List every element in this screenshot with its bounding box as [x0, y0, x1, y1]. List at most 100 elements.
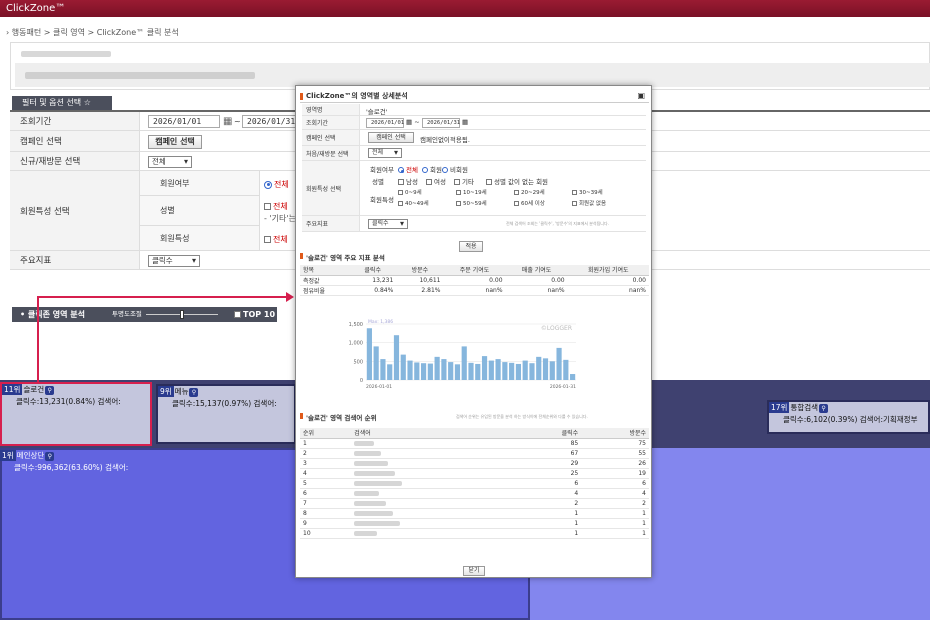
radio-icon[interactable]	[422, 167, 428, 173]
app-title-bar: ClickZone™	[0, 0, 930, 17]
date-from-input[interactable]: 2026/01/01	[148, 115, 220, 128]
checkbox-icon[interactable]	[234, 311, 241, 318]
blurred-keyword-bar	[354, 440, 375, 446]
close-button[interactable]: 닫기	[463, 566, 485, 576]
table-row: 1 85 75	[300, 438, 649, 449]
zoom-icon[interactable]: ⚲	[45, 386, 55, 395]
checkbox-icon[interactable]	[398, 201, 403, 206]
blurred-keyword-bar	[354, 490, 380, 496]
zone-info: 클릭수:996,362(63.60%) 검색어:	[14, 463, 129, 472]
campaign-select-button[interactable]: 캠페인 선택	[148, 135, 202, 149]
period-label: 조회기간	[10, 112, 140, 130]
url-panel	[10, 42, 930, 90]
connector-line-v	[37, 296, 39, 382]
calendar-icon[interactable]: ▦ ~	[406, 118, 420, 126]
checkbox-icon[interactable]	[514, 190, 519, 195]
filter-header[interactable]: 필터 및 옵션 선택 ☆	[12, 96, 112, 110]
search-rank-table: 순위 검색어 클릭수 방문수 1 85 75 2 67 55 3 29 26 4 25 19 5 6 6 6 4 4 7 2 2…	[300, 428, 649, 539]
zone-slogan[interactable]: 11위 슬로건 ⚲ 클릭수:13,231(0.84%) 검색어:	[0, 382, 152, 446]
modal-date-from[interactable]: 2026/01/01	[366, 118, 404, 128]
checkbox-icon[interactable]	[398, 179, 404, 185]
chart-bar	[380, 359, 386, 380]
zone-menu[interactable]: 9위 메뉴 ⚲ 클릭수:15,137(0.97%) 검색어:	[156, 384, 296, 444]
member-sub2-note: - '기타'는	[264, 214, 296, 223]
x-end-label: 2026-01-31	[550, 384, 576, 390]
member-sub3-label: 회원특성	[140, 226, 260, 251]
modal-visitor-select[interactable]: 전체	[368, 148, 402, 158]
member-sub1-radio[interactable]: 전체	[264, 179, 289, 190]
zoom-icon[interactable]: ⚲	[819, 404, 829, 413]
chart-bar	[570, 374, 576, 380]
blurred-keyword	[351, 508, 514, 519]
modal-date-to[interactable]: 2026/01/31	[422, 118, 460, 128]
apply-button[interactable]: 적용	[459, 241, 483, 252]
calendar-icon[interactable]: ▦	[462, 118, 468, 126]
max-label: Max: 1,386	[368, 319, 393, 325]
top10-toggle[interactable]: TOP 10	[234, 307, 275, 322]
table-row: 911	[300, 518, 649, 529]
zoom-icon[interactable]: ⚲	[45, 452, 55, 461]
kpi-table: 항목 클릭수 방문수 주문 기여도 매출 기여도 회원가입 기여도 측정값 13,231 10…	[300, 265, 649, 296]
kpi-select[interactable]: 클릭수	[148, 255, 200, 267]
checkbox-icon[interactable]	[514, 201, 519, 206]
chart-bar	[522, 360, 528, 380]
table-row: 644	[300, 488, 649, 499]
checkbox-icon[interactable]	[426, 179, 432, 185]
table-row: 10 1 1	[300, 528, 649, 539]
y-tick-label: 500	[353, 359, 363, 365]
chart-bar	[563, 359, 569, 380]
chart-bar	[529, 363, 535, 380]
clickzone-title: • 클릭존 영역 분석	[20, 310, 85, 319]
visitor-select[interactable]: 전체	[148, 156, 192, 168]
radio-icon[interactable]	[442, 167, 448, 173]
calendar-icon[interactable]: ▦	[223, 116, 232, 127]
blurred-keyword	[351, 528, 514, 539]
member-sub2-check[interactable]: 전체	[264, 201, 288, 212]
opacity-slider-handle[interactable]	[180, 310, 184, 319]
table-row: 566	[300, 478, 649, 489]
breadcrumb: › 행동패턴 > 클릭 영역 > ClickZone™ 클릭 분석	[6, 28, 179, 37]
blurred-keyword	[351, 518, 514, 529]
chart-bar	[427, 363, 433, 380]
checkbox-icon[interactable]	[456, 190, 461, 195]
blurred-keyword-bar	[354, 530, 378, 536]
chart-bar	[387, 364, 393, 380]
campaign-label: 캠페인 선택	[10, 131, 140, 151]
daily-click-chart: 1,500 1,000 500 0 ©LOGGER Max: 1,386 2026-01-0…	[349, 319, 576, 390]
chart-bar	[549, 361, 555, 380]
table-row: 2 67 55	[300, 448, 649, 459]
chart-bar	[434, 356, 440, 380]
zoom-icon[interactable]: ⚲	[189, 388, 199, 397]
checkbox-icon[interactable]	[264, 236, 271, 243]
radio-icon[interactable]	[398, 167, 404, 173]
modal-campaign-button[interactable]: 캠페인 선택	[368, 132, 414, 143]
checkbox-icon[interactable]	[398, 190, 403, 195]
zone-search[interactable]: 17위 통합검색 ⚲ 클릭수:6,102(0.39%) 검색어:기획재정부	[767, 400, 930, 434]
blurred-keyword	[351, 458, 514, 469]
zone-detail-modal: ClickZone™의 영역별 상세분석 ▣ 영역명 '슬로건' 조회기간 202…	[295, 85, 652, 578]
chart-bar	[441, 359, 447, 380]
app-title: ClickZone™	[6, 3, 66, 14]
chart-bar	[366, 328, 372, 380]
chart-bar	[488, 360, 494, 380]
checkbox-icon[interactable]	[486, 179, 492, 185]
checkbox-icon[interactable]	[454, 179, 460, 185]
area-value: '슬로건'	[366, 108, 388, 116]
checkbox-icon[interactable]	[456, 201, 461, 206]
chart-bar	[468, 362, 474, 380]
member-sub3-check[interactable]: 전체	[264, 234, 288, 245]
chart-bar	[373, 346, 379, 380]
chart-bar	[407, 360, 413, 380]
checkbox-icon[interactable]	[264, 203, 271, 210]
blurred-keyword	[351, 448, 514, 459]
zone-info: 클릭수:13,231(0.84%) 검색어:	[16, 397, 121, 406]
blurred-keyword-bar	[354, 450, 382, 456]
radio-icon[interactable]	[264, 180, 272, 189]
modal-kpi-select[interactable]: 클릭수	[368, 219, 408, 229]
blurred-keyword	[351, 478, 514, 489]
chart-bar	[448, 362, 454, 380]
print-icon[interactable]: ▣	[637, 91, 645, 100]
clickzone-bar: • 클릭존 영역 분석 투명도조절 TOP 10	[12, 307, 277, 322]
checkbox-icon[interactable]	[572, 190, 577, 195]
checkbox-icon[interactable]	[572, 201, 577, 206]
